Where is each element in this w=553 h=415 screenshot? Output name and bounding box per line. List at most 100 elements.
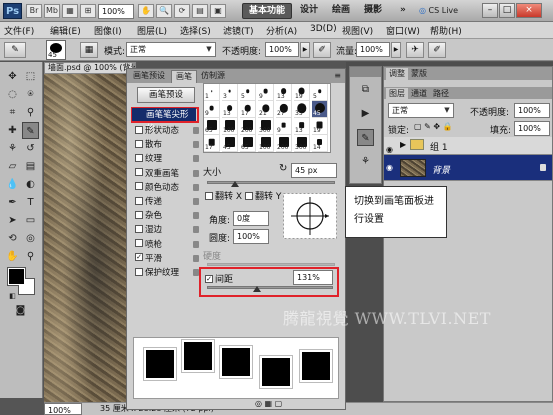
- option-checkbox[interactable]: [135, 182, 143, 191]
- brush-tip-cell[interactable]: 5: [240, 84, 256, 101]
- brush-tip-cell[interactable]: 300: [294, 135, 310, 152]
- lock-icon[interactable]: [193, 226, 199, 234]
- brush-tip-cell[interactable]: 27: [276, 101, 292, 118]
- document-tab[interactable]: 墙面.psd @ 100% (背景, RGB/8): [44, 62, 136, 74]
- brush-option-row[interactable]: ✓ 平滑: [135, 252, 201, 266]
- pen-tool-icon[interactable]: ✒: [4, 194, 21, 211]
- blend-mode-select[interactable]: 正常 ▼: [388, 103, 454, 118]
- tab-brush-presets[interactable]: 画笔预设: [129, 70, 169, 83]
- minimize-button[interactable]: –: [482, 3, 498, 18]
- lock-icon[interactable]: [193, 127, 199, 134]
- flip-x-checkbox[interactable]: 翻转 X: [205, 189, 242, 202]
- fill-field[interactable]: 100%: [514, 121, 550, 136]
- hand-tool-icon[interactable]: ✋: [4, 248, 21, 265]
- option-checkbox[interactable]: [135, 224, 143, 233]
- size-field[interactable]: 45 px: [291, 163, 337, 178]
- dodge-tool-icon[interactable]: ◐: [22, 176, 39, 193]
- tablet-size-pressure-button[interactable]: ✐: [428, 42, 446, 58]
- menu-analysis[interactable]: 分析(A): [266, 24, 297, 37]
- brush-tip-cell[interactable]: 65: [240, 135, 256, 152]
- maximize-button[interactable]: □: [499, 3, 515, 18]
- hand-icon[interactable]: ✋: [138, 4, 154, 18]
- spacing-slider[interactable]: [207, 286, 333, 289]
- brush-option-row[interactable]: 传递: [135, 195, 201, 209]
- tool-preset-picker[interactable]: ✎: [4, 42, 26, 58]
- path-select-tool-icon[interactable]: ➤: [4, 212, 21, 229]
- brush-tip-shape-option[interactable]: 画笔笔尖形状: [132, 108, 196, 134]
- history-brush-tool-icon[interactable]: ↺: [22, 140, 39, 157]
- brush-tip-cell[interactable]: 13: [222, 101, 238, 118]
- expand-arrow-icon[interactable]: ▶: [400, 140, 406, 149]
- brush-tip-cell[interactable]: 9: [276, 118, 292, 135]
- option-checkbox[interactable]: [135, 168, 143, 177]
- brush-tip-cell[interactable]: 9: [258, 84, 274, 101]
- brush-tool-icon[interactable]: ✎: [22, 122, 39, 139]
- minibridge-icon[interactable]: Mb: [44, 4, 60, 18]
- workspace-painting[interactable]: 绘画: [326, 3, 356, 19]
- brush-tip-cell[interactable]: 19: [294, 84, 310, 101]
- brush-tip-grid[interactable]: 1 3 5 9 13 19 5 9 13 17 21 27 35 45 65 100 200 300 9 13 19 17…: [203, 83, 331, 153]
- reset-size-icon[interactable]: ↻: [279, 163, 287, 174]
- zoom-tool-icon[interactable]: ⚲: [22, 248, 39, 265]
- brush-option-row[interactable]: 散布: [135, 138, 201, 152]
- menu-select[interactable]: 选择(S): [180, 24, 211, 37]
- quick-mask-icon[interactable]: ◙: [12, 302, 29, 319]
- type-tool-icon[interactable]: T: [22, 194, 39, 211]
- tab-clone-source[interactable]: 仿制源: [197, 70, 229, 83]
- crop-tool-icon[interactable]: ⌗: [4, 104, 21, 121]
- brush-tip-cell[interactable]: 17: [204, 135, 220, 152]
- brush-option-row[interactable]: 湿边: [135, 223, 201, 237]
- blur-tool-icon[interactable]: 💧: [4, 176, 21, 193]
- brush-tip-cell[interactable]: 3: [222, 84, 238, 101]
- menu-help[interactable]: 帮助(H): [430, 24, 462, 37]
- lock-icon[interactable]: [193, 240, 199, 248]
- option-checkbox[interactable]: [135, 210, 143, 219]
- actions-panel-icon[interactable]: ▶: [357, 105, 374, 122]
- tab-adjustments[interactable]: 调整: [386, 68, 408, 80]
- airbrush-button[interactable]: ✈: [406, 42, 424, 58]
- brush-tip-cell[interactable]: 100: [258, 135, 274, 152]
- 3d-orbit-tool-icon[interactable]: ◎: [22, 230, 39, 247]
- panel-menu-icon[interactable]: ≡: [334, 71, 341, 80]
- spacing-field[interactable]: 131%: [293, 270, 333, 285]
- menu-view[interactable]: 视图(V): [342, 24, 373, 37]
- lock-icon[interactable]: [193, 198, 199, 205]
- move-tool-icon[interactable]: ✥: [4, 68, 21, 85]
- lock-icon[interactable]: [193, 212, 199, 220]
- brush-angle-preview[interactable]: [283, 193, 337, 239]
- more-workspaces-button[interactable]: »: [394, 3, 412, 19]
- menu-file[interactable]: 文件(F): [4, 24, 34, 37]
- clone-stamp-tool-icon[interactable]: ⚘: [4, 140, 21, 157]
- brush-tip-cell[interactable]: 200: [276, 135, 292, 152]
- size-slider[interactable]: [207, 181, 335, 184]
- 3d-rotate-tool-icon[interactable]: ⟲: [4, 230, 21, 247]
- option-checkbox[interactable]: [135, 267, 143, 276]
- brush-option-row[interactable]: 纹理: [135, 152, 201, 166]
- history-panel-icon[interactable]: ⧉: [357, 81, 374, 98]
- option-checkbox[interactable]: [135, 125, 143, 134]
- brush-tip-cell[interactable]: 21: [258, 101, 274, 118]
- brush-tip-cell[interactable]: 13: [276, 84, 292, 101]
- ruler-icon[interactable]: ⊞: [80, 4, 96, 18]
- lock-icon[interactable]: [193, 183, 199, 191]
- brush-tip-cell[interactable]: 45: [312, 101, 328, 118]
- brush-tip-cell[interactable]: 14: [312, 135, 328, 152]
- menu-image[interactable]: 图像(I): [94, 24, 122, 37]
- roundness-field[interactable]: 100%: [233, 229, 269, 244]
- lock-icons[interactable]: ▢ ✎ ✥ 🔒: [414, 122, 453, 131]
- tab-paths[interactable]: 路径: [430, 88, 452, 100]
- spacing-checkbox[interactable]: ✓ 间距: [205, 272, 233, 285]
- brush-tip-cell[interactable]: 45: [222, 135, 238, 152]
- tab-masks[interactable]: 蒙版: [408, 68, 430, 80]
- brush-panel-icon[interactable]: ✎: [357, 129, 374, 146]
- screen-mode-icon[interactable]: ▣: [210, 4, 226, 18]
- spacing-slider-knob[interactable]: [253, 286, 262, 292]
- tablet-opacity-pressure-button[interactable]: ✐: [313, 42, 331, 58]
- brush-presets-button[interactable]: 画笔预设: [137, 87, 195, 103]
- brush-option-row[interactable]: 形状动态: [135, 124, 201, 138]
- layer-row-background[interactable]: ◉ 背景: [384, 155, 552, 181]
- gradient-tool-icon[interactable]: ▤: [22, 158, 39, 175]
- layer-row-group[interactable]: ◉ ▶ 组 1: [384, 137, 552, 155]
- brush-tip-cell[interactable]: 5: [312, 84, 328, 101]
- brush-panel-footer-icons[interactable]: ◎ ▦ ▢: [255, 399, 282, 408]
